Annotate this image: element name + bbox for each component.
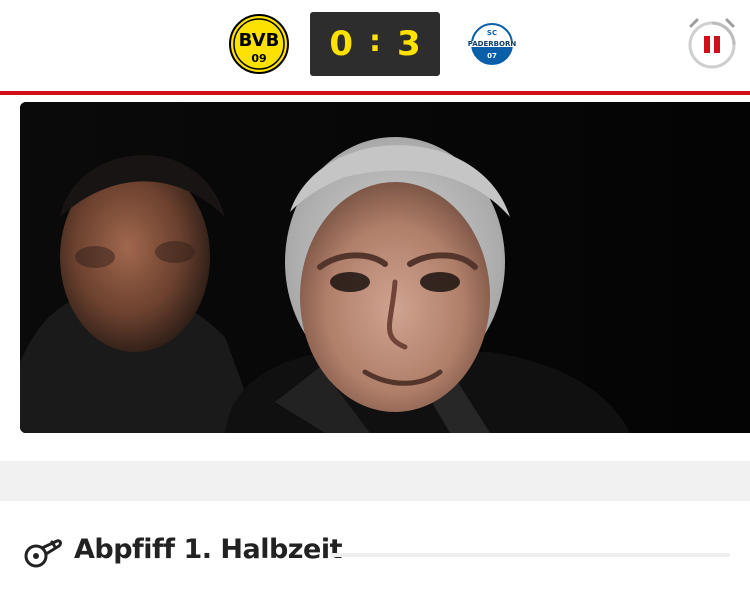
- home-score: 0: [329, 24, 353, 64]
- home-logo-text-bottom: 09: [251, 52, 266, 65]
- event-title: Abpfiff 1. Halbzeit: [74, 534, 342, 565]
- match-header: BVB 09 0 : 3 SC PADERBORN 07: [0, 0, 750, 92]
- pause-icon: [688, 18, 736, 69]
- header-red-rule: [0, 91, 750, 95]
- away-score: 3: [397, 24, 421, 64]
- away-logo-text-middle: PADERBORN: [468, 40, 517, 48]
- whistle-icon: [22, 532, 62, 572]
- bvb-crest-icon: BVB 09: [229, 14, 289, 74]
- away-logo-text-bottom: 07: [487, 52, 497, 60]
- away-logo-text-top: SC: [487, 29, 497, 37]
- pause-button[interactable]: [685, 16, 739, 70]
- section-divider-band: [0, 461, 750, 501]
- live-ticker-page: BVB 09 0 : 3 SC PADERBORN 07 Abpfiff 1. …: [0, 0, 750, 592]
- away-team-logo[interactable]: SC PADERBORN 07: [462, 14, 522, 74]
- ticker-event-row: Abpfiff 1. Halbzeit: [0, 524, 750, 584]
- scoreboard: 0 : 3: [310, 12, 440, 76]
- home-team-logo[interactable]: BVB 09: [229, 14, 289, 74]
- hero-photo-icon: [20, 102, 750, 433]
- event-divider-line: [330, 553, 730, 557]
- hero-image[interactable]: [20, 102, 750, 433]
- paderborn-crest-icon: SC PADERBORN 07: [462, 23, 522, 65]
- home-logo-text-top: BVB: [239, 30, 280, 51]
- score-separator: :: [369, 24, 381, 59]
